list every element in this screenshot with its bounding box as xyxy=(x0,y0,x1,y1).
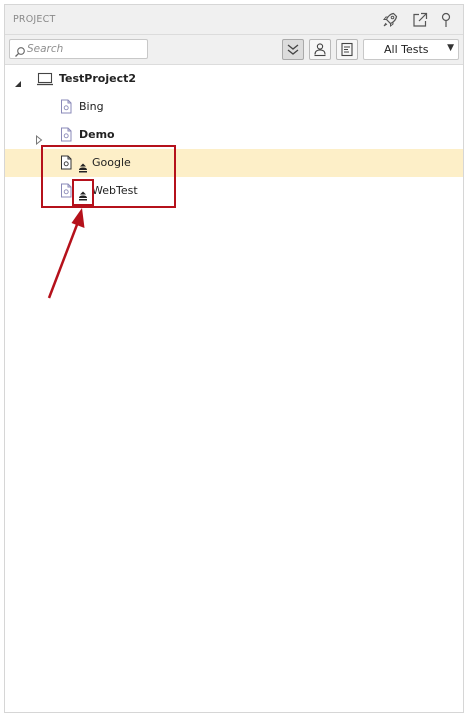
project-icon xyxy=(36,71,54,86)
test-file-icon xyxy=(60,155,72,170)
panel-header: PROJECT xyxy=(5,5,463,35)
collapse-all-icon xyxy=(287,44,299,55)
panel-toolbar: All Tests ▼ xyxy=(5,35,463,65)
tree-item-webtest[interactable]: WebTest xyxy=(5,177,463,205)
test-file-icon xyxy=(60,183,72,198)
rocket-icon[interactable] xyxy=(381,11,399,29)
tree-item-label: Bing xyxy=(79,100,104,113)
external-link-icon[interactable] xyxy=(411,11,429,29)
tree-item-google[interactable]: Google xyxy=(5,149,463,177)
collapsed-triangle-icon[interactable] xyxy=(34,130,44,146)
tree-item-label: Google xyxy=(92,156,131,169)
document-list-button[interactable] xyxy=(336,39,358,60)
user-icon xyxy=(78,186,88,201)
test-file-icon xyxy=(60,99,72,114)
panel-title: PROJECT xyxy=(13,14,56,25)
expanded-triangle-icon[interactable] xyxy=(13,74,23,87)
tree-item-demo[interactable]: Demo xyxy=(5,121,463,149)
dropdown-arrow-icon: ▼ xyxy=(447,43,454,53)
test-filter-dropdown[interactable]: All Tests ▼ xyxy=(363,39,459,60)
pin-icon[interactable] xyxy=(437,11,455,29)
tree-item-label: TestProject2 xyxy=(59,72,137,85)
tree-item-label: Demo xyxy=(79,128,115,141)
user-icon xyxy=(78,158,88,173)
tree-item-project[interactable]: TestProject2 xyxy=(5,65,463,93)
search-input[interactable] xyxy=(27,41,145,57)
collapse-all-button[interactable] xyxy=(282,39,304,60)
project-panel: PROJECT All Tests ▼ xyxy=(4,4,464,713)
search-icon xyxy=(14,43,26,57)
user-filter-button[interactable] xyxy=(309,39,331,60)
test-filter-value: All Tests xyxy=(384,43,429,56)
test-file-icon xyxy=(60,127,72,142)
tree-item-label: WebTest xyxy=(92,184,138,197)
tree-item-bing[interactable]: Bing xyxy=(5,93,463,121)
document-list-icon xyxy=(341,42,353,57)
search-box[interactable] xyxy=(9,39,148,59)
user-icon xyxy=(314,43,326,57)
